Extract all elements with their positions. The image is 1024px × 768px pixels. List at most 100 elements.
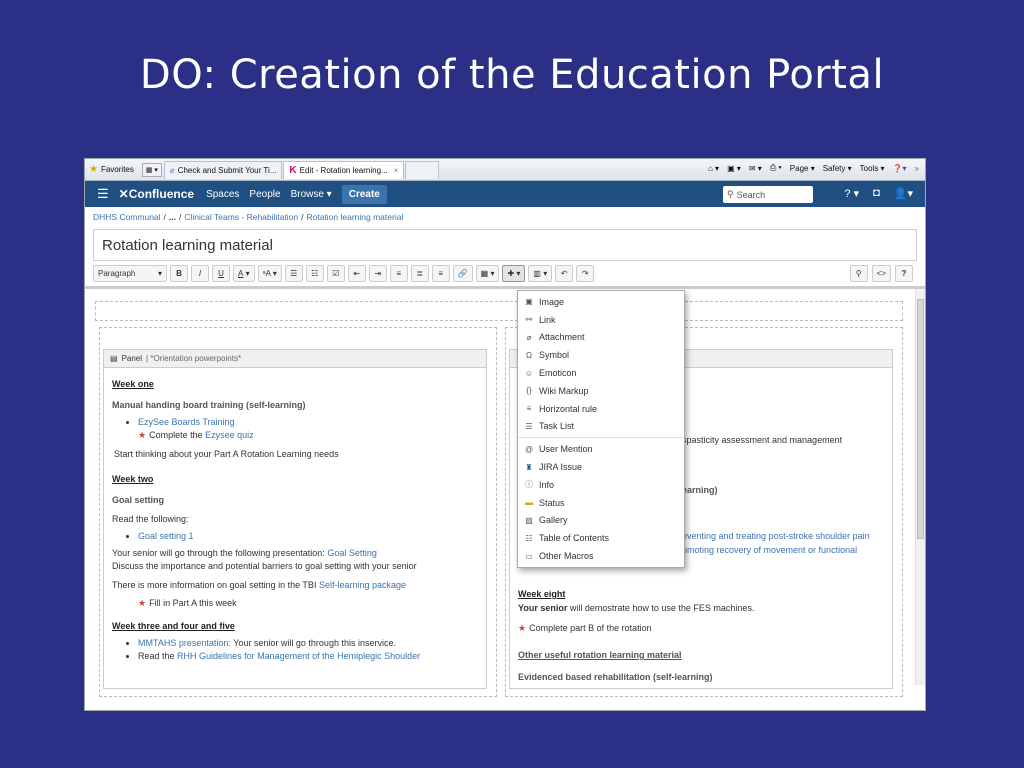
search-input[interactable]: ⚲ Search bbox=[723, 186, 813, 203]
rhh-guidelines-link[interactable]: RHH Guidelines for Management of the Hem… bbox=[177, 651, 420, 661]
shoulder-pain-link[interactable]: eventing and treating post-stroke should… bbox=[682, 530, 870, 543]
jira-icon: ♜ bbox=[525, 462, 533, 472]
create-button[interactable]: Create bbox=[341, 184, 387, 204]
underline-button[interactable]: U bbox=[212, 265, 230, 282]
user-avatar-icon[interactable]: 👤▾ bbox=[894, 187, 913, 200]
editor-scrollbar[interactable] bbox=[915, 289, 925, 685]
outdent-icon[interactable]: ⇤ bbox=[347, 265, 366, 282]
heading-week-three-five: Week three and four and five bbox=[112, 620, 235, 631]
confluence-logo[interactable]: ✕Confluence bbox=[119, 187, 194, 201]
menu-item-task-list[interactable]: ☰ Task List bbox=[518, 418, 684, 436]
menu-item-image[interactable]: ▣ Image bbox=[518, 293, 684, 311]
favorites-button[interactable]: ★ Favorites bbox=[89, 164, 134, 175]
menu-item-link[interactable]: ⚯ Link bbox=[518, 311, 684, 329]
self-learning-link[interactable]: Self-learning package bbox=[319, 580, 406, 590]
task-list-icon: ☰ bbox=[525, 421, 533, 431]
italic-button[interactable]: I bbox=[191, 265, 209, 282]
menu-item-wiki-markup[interactable]: {} Wiki Markup bbox=[518, 382, 684, 400]
find-icon[interactable]: ⚲ bbox=[849, 265, 868, 282]
overflow-icon[interactable]: » bbox=[915, 164, 919, 173]
help-button[interactable]: ? bbox=[895, 265, 913, 282]
bold-button[interactable]: B bbox=[170, 265, 188, 282]
layout-icon[interactable]: ▥ ▾ bbox=[528, 265, 553, 282]
nav-browse[interactable]: Browse ▾ bbox=[291, 189, 332, 200]
menu-item-user-mention[interactable]: @ User Mention bbox=[518, 440, 684, 458]
ezysee-quiz-link[interactable]: Ezysee quiz bbox=[205, 430, 254, 440]
undo-icon[interactable]: ↶ bbox=[555, 265, 574, 282]
heading-week-one: Week one bbox=[112, 379, 154, 389]
align-right-icon[interactable]: ≡ bbox=[431, 265, 450, 282]
breadcrumb-clinical-teams[interactable]: Clinical Teams - Rehabilitation bbox=[184, 212, 298, 222]
browser-tab-2[interactable]: K Edit - Rotation learning... × bbox=[283, 160, 405, 179]
goal-setting-link[interactable]: Goal Setting bbox=[327, 548, 377, 558]
align-center-icon[interactable]: ≣ bbox=[410, 265, 429, 282]
hamburger-menu-icon[interactable]: ☰ bbox=[97, 186, 109, 202]
left-panel[interactable]: ▤ Panel | *Orientation powerpoints* Week… bbox=[103, 349, 487, 689]
list-item: EzySee Boards Training bbox=[138, 416, 478, 429]
mail-icon[interactable]: ✉ ▾ bbox=[749, 164, 762, 173]
text-start-thinking: Start thinking about your Part A Rotatio… bbox=[114, 449, 339, 460]
scrollbar-thumb[interactable] bbox=[917, 299, 924, 539]
header-icons: ? ▾ ◘ 👤▾ bbox=[844, 187, 913, 200]
page-title-input[interactable]: Rotation learning material bbox=[93, 229, 917, 261]
nav-spaces[interactable]: Spaces bbox=[206, 189, 239, 200]
menu-item-gallery[interactable]: ▨ Gallery bbox=[518, 512, 684, 530]
redo-icon[interactable]: ↷ bbox=[576, 265, 595, 282]
help-icon[interactable]: ❓▾ bbox=[893, 164, 907, 173]
help-icon[interactable]: ? ▾ bbox=[844, 187, 859, 200]
menu-item-attachment[interactable]: ⌀ Attachment bbox=[518, 329, 684, 347]
menu-divider bbox=[518, 437, 684, 439]
text-discuss: Discuss the importance and potential bar… bbox=[112, 561, 417, 572]
numbered-list-icon[interactable]: ☷ bbox=[305, 265, 324, 282]
red-star-icon: ★ bbox=[518, 623, 527, 633]
slide-title: DO: Creation of the Education Portal bbox=[139, 52, 885, 98]
indent-icon[interactable]: ⇥ bbox=[368, 265, 387, 282]
print-icon[interactable]: ⎙ ▾ bbox=[770, 163, 782, 173]
status-icon: ▬ bbox=[525, 498, 533, 508]
goal-setting-1-link[interactable]: Goal setting 1 bbox=[138, 531, 194, 541]
text-read-following: Read the following: bbox=[112, 514, 189, 525]
text-format-button[interactable]: ᵃA ▾ bbox=[257, 265, 282, 282]
editor-area[interactable]: ▤ Panel | *Orientation powerpoints* Week… bbox=[85, 289, 925, 697]
mmtahs-link[interactable]: MMTAHS presentation: bbox=[138, 638, 231, 648]
nav-people[interactable]: People bbox=[249, 189, 280, 200]
text-color-button[interactable]: A ▾ bbox=[233, 265, 255, 282]
link-icon: ⚯ bbox=[525, 315, 533, 325]
insert-more-button[interactable]: ✚ ▾ bbox=[502, 265, 526, 282]
browser-tab-1[interactable]: ℯ Check and Submit Your Ti... bbox=[163, 160, 283, 179]
menu-item-horizontal-rule[interactable]: ≡ Horizontal rule bbox=[518, 400, 684, 418]
list-item: Goal setting 1 bbox=[138, 530, 478, 543]
align-left-icon[interactable]: ≡ bbox=[389, 265, 408, 282]
paragraph-select[interactable]: Paragraph ▾ bbox=[93, 265, 167, 282]
menu-item-info[interactable]: ⓘ Info bbox=[518, 476, 684, 494]
task-list-icon[interactable]: ☑ bbox=[326, 265, 345, 282]
menu-item-symbol[interactable]: Ω Symbol bbox=[518, 346, 684, 364]
close-tab-icon[interactable]: × bbox=[394, 166, 399, 175]
home-icon[interactable]: ⌂ ▾ bbox=[708, 164, 719, 173]
source-editor-icon[interactable]: <> bbox=[871, 265, 891, 282]
safety-menu[interactable]: Safety ▾ bbox=[823, 164, 852, 173]
page-menu[interactable]: Page ▾ bbox=[790, 164, 815, 173]
menu-item-jira-issue[interactable]: ♜ JIRA Issue bbox=[518, 458, 684, 476]
new-tab-button[interactable] bbox=[405, 160, 440, 179]
feeds-icon[interactable]: ▣ ▾ bbox=[727, 164, 741, 173]
menu-item-status[interactable]: ▬ Status bbox=[518, 494, 684, 512]
table-icon[interactable]: ▦ ▾ bbox=[475, 265, 500, 282]
ezysee-link[interactable]: EzySee Boards Training bbox=[138, 417, 235, 427]
breadcrumb-ellipsis[interactable]: ... bbox=[169, 212, 176, 222]
menu-item-other-macros[interactable]: ▭ Other Macros bbox=[518, 547, 684, 565]
text-earning: earning) bbox=[682, 485, 718, 495]
bullet-list-icon[interactable]: ☰ bbox=[284, 265, 303, 282]
breadcrumb-dhhs[interactable]: DHHS Communal bbox=[93, 212, 161, 222]
menu-item-table-of-contents[interactable]: ☷ Table of Contents bbox=[518, 529, 684, 547]
gallery-icon: ▨ bbox=[525, 515, 533, 525]
notifications-icon[interactable]: ◘ bbox=[873, 187, 880, 200]
tab-grid-button[interactable]: ▦ ▾ bbox=[141, 162, 162, 177]
breadcrumb-rotation[interactable]: Rotation learning material bbox=[306, 212, 403, 222]
tools-menu[interactable]: Tools ▾ bbox=[860, 164, 885, 173]
text-senior-presentation: Your senior will go through the followin… bbox=[112, 548, 377, 559]
menu-item-emoticon[interactable]: ☺ Emoticon bbox=[518, 364, 684, 382]
link-icon[interactable]: 🔗 bbox=[452, 265, 473, 282]
promoting-link[interactable]: omoting recovery of movement or function… bbox=[682, 544, 857, 557]
at-icon: @ bbox=[524, 444, 534, 454]
